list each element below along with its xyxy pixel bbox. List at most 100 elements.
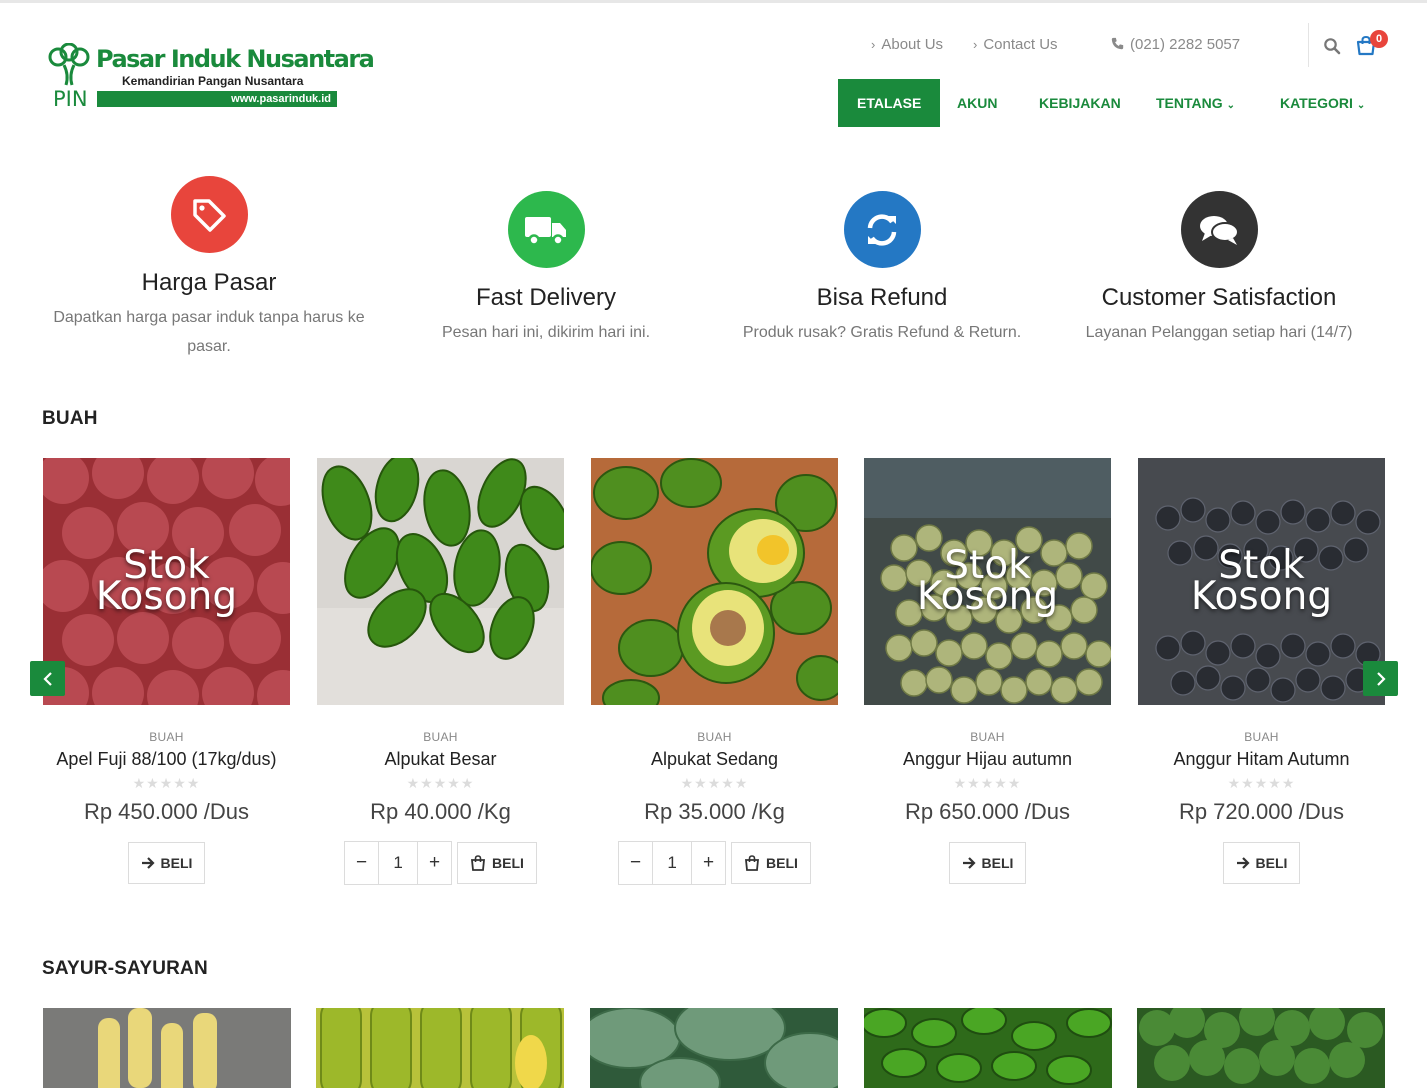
- beli-label: BELI: [160, 855, 193, 871]
- logo-pin: PIN: [53, 87, 88, 111]
- nav-kebijakan-label: KEBIJAKAN: [1039, 95, 1121, 111]
- nav-kategori[interactable]: KATEGORI ⌄: [1280, 79, 1365, 127]
- nav-tentang-label: TENTANG: [1156, 95, 1223, 111]
- arrow-right-icon: [1236, 857, 1250, 869]
- product-name[interactable]: Anggur Hitam Autumn: [1138, 749, 1385, 770]
- contact-us-label: Contact Us: [983, 36, 1058, 53]
- product-image-anggur-hitam[interactable]: Stok Kosong: [1138, 458, 1385, 705]
- rating-stars: ★★★★★: [680, 775, 749, 791]
- product-name[interactable]: Alpukat Sedang: [591, 749, 838, 770]
- feature-title: Bisa Refund: [816, 284, 948, 311]
- chat-icon: [1180, 191, 1258, 268]
- product-category[interactable]: BUAH: [864, 730, 1111, 744]
- feature-text: Dapatkan harga pasar induk tanpa harus k…: [53, 309, 365, 355]
- product-image-alpukat-besar[interactable]: [317, 458, 564, 705]
- nav-tentang[interactable]: TENTANG ⌄: [1156, 79, 1235, 127]
- product-card: Stok Kosong BUAH Anggur Hijau autumn ★★★★…: [864, 458, 1111, 884]
- product-price: Rp 40.000 /Kg: [370, 799, 511, 824]
- product-name[interactable]: Alpukat Besar: [317, 749, 564, 770]
- header-divider: [1308, 23, 1309, 67]
- beli-label: BELI: [492, 855, 524, 871]
- qty-minus-button[interactable]: −: [345, 842, 378, 884]
- shopping-bag-icon: [471, 855, 486, 871]
- product-category[interactable]: BUAH: [1138, 730, 1385, 744]
- kosong-label: Kosong: [95, 574, 238, 619]
- logo-url: www.pasarinduk.id: [97, 91, 337, 107]
- chevron-right-icon: ›: [871, 37, 876, 52]
- search-icon[interactable]: [1323, 37, 1341, 55]
- logo-subtitle: Kemandirian Pangan Nusantara: [122, 74, 304, 88]
- product-price: Rp 35.000 /Kg: [644, 799, 785, 824]
- qty-input[interactable]: 1: [652, 842, 693, 884]
- qty-plus-button[interactable]: +: [418, 842, 451, 884]
- product-category[interactable]: BUAH: [591, 730, 838, 744]
- rating-stars: ★★★★★: [953, 775, 1022, 791]
- tag-icon: [170, 176, 248, 253]
- carousel-prev-button[interactable]: [30, 661, 65, 696]
- phone-number: (021) 2282 5057: [1130, 36, 1241, 53]
- product-price: Rp 650.000 /Dus: [904, 799, 1071, 824]
- product-image-anggur-hijau[interactable]: Stok Kosong: [864, 458, 1111, 705]
- beli-button[interactable]: BELI: [127, 842, 206, 884]
- product-card: Stok Kosong BUAH Apel Fuji 88/100 (17kg/d…: [43, 458, 290, 884]
- beli-button[interactable]: BELI: [457, 842, 537, 884]
- product-category[interactable]: BUAH: [317, 730, 564, 744]
- rating-stars: ★★★★★: [132, 775, 201, 791]
- product-name[interactable]: Apel Fuji 88/100 (17kg/dus): [43, 749, 290, 770]
- product-image-alpukat-sedang[interactable]: [591, 458, 838, 705]
- product-category[interactable]: BUAH: [43, 730, 290, 744]
- contact-us-link[interactable]: › Contact Us: [973, 36, 1058, 53]
- product-image-sayur-5[interactable]: [1137, 1008, 1385, 1088]
- product-card: BUAH Alpukat Besar ★★★★★ Rp 40.000 /Kg −…: [317, 458, 564, 885]
- quantity-stepper: − 1 +: [618, 841, 727, 885]
- product-image-sayur-3[interactable]: [590, 1008, 838, 1088]
- out-of-stock-label: Stok Kosong: [43, 546, 290, 616]
- product-name[interactable]: Anggur Hijau autumn: [864, 749, 1111, 770]
- about-us-label: About Us: [881, 36, 944, 53]
- shopping-bag-icon: [745, 855, 760, 871]
- arrow-right-icon: [141, 857, 155, 869]
- kosong-label: Kosong: [1190, 574, 1333, 619]
- qty-plus-button[interactable]: +: [692, 842, 725, 884]
- quantity-stepper: − 1 +: [344, 841, 453, 885]
- feature-fast-delivery: Fast Delivery Pesan hari ini, dikirim ha…: [376, 191, 716, 347]
- carousel-next-button[interactable]: [1363, 661, 1398, 696]
- feature-title: Harga Pasar: [141, 269, 277, 296]
- product-price: Rp 450.000 /Dus: [83, 799, 250, 824]
- nav-etalase-label: ETALASE: [857, 95, 922, 111]
- qty-input[interactable]: 1: [378, 842, 419, 884]
- qty-minus-button[interactable]: −: [619, 842, 652, 884]
- beli-button[interactable]: BELI: [948, 842, 1027, 884]
- product-image-apel[interactable]: Stok Kosong: [43, 458, 290, 705]
- arrow-right-icon: [962, 857, 976, 869]
- nav-akun-label: AKUN: [957, 95, 998, 111]
- feature-title: Customer Satisfaction: [1101, 284, 1337, 311]
- nav-etalase[interactable]: ETALASE: [838, 79, 941, 127]
- feature-bisa-refund: Bisa Refund Produk rusak? Gratis Refund …: [712, 191, 1052, 347]
- product-price: Rp 720.000 /Dus: [1178, 799, 1345, 824]
- nav-akun[interactable]: AKUN: [957, 79, 997, 127]
- section-title-sayur: SAYUR-SAYURAN: [42, 958, 208, 979]
- feature-text: Produk rusak? Gratis Refund & Return.: [742, 324, 1022, 341]
- truck-icon: [507, 191, 585, 268]
- beli-button[interactable]: BELI: [731, 842, 811, 884]
- product-image-sayur-2[interactable]: [316, 1008, 564, 1088]
- feature-harga-pasar: Harga Pasar Dapatkan harga pasar induk t…: [39, 176, 379, 361]
- nav-kategori-label: KATEGORI: [1280, 95, 1353, 111]
- feature-text: Pesan hari ini, dikirim hari ini.: [441, 324, 651, 341]
- logo-title: Pasar Induk Nusantara: [96, 45, 375, 73]
- beli-button[interactable]: BELI: [1222, 842, 1301, 884]
- product-card: Stok Kosong BUAH Anggur Hitam Autumn ★★★★…: [1138, 458, 1385, 884]
- beli-label: BELI: [766, 855, 798, 871]
- rating-stars: ★★★★★: [1227, 775, 1296, 791]
- out-of-stock-label: Stok Kosong: [864, 546, 1111, 616]
- chevron-down-icon: ⌄: [1356, 100, 1366, 111]
- site-logo[interactable]: PIN Pasar Induk Nusantara Kemandirian Pa…: [46, 43, 375, 113]
- nav-kebijakan[interactable]: KEBIJAKAN: [1039, 79, 1121, 127]
- chevron-right-icon: ›: [973, 37, 978, 52]
- about-us-link[interactable]: › About Us: [871, 36, 943, 53]
- product-image-sayur-4[interactable]: [864, 1008, 1112, 1088]
- phone-link[interactable]: (021) 2282 5057: [1111, 36, 1240, 53]
- chevron-down-icon: ⌄: [1226, 100, 1236, 111]
- product-image-sayur-1[interactable]: [43, 1008, 291, 1088]
